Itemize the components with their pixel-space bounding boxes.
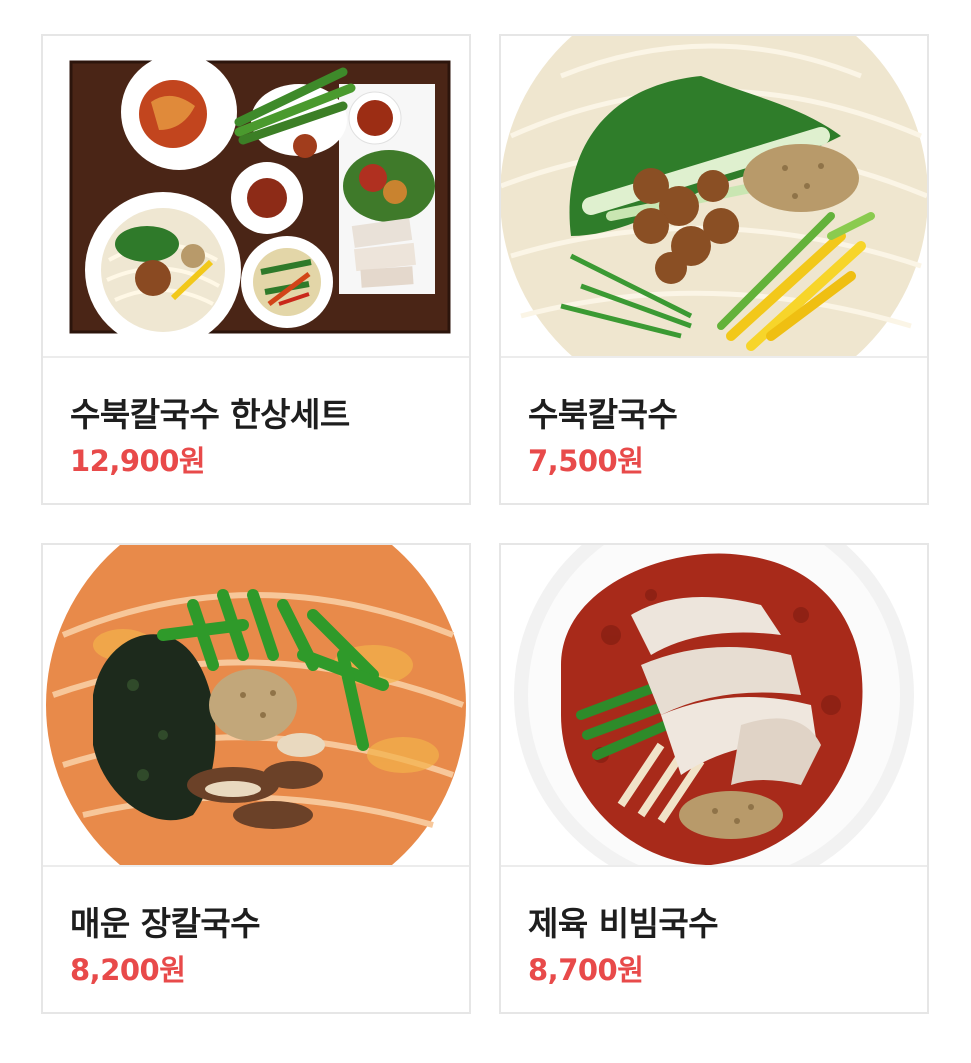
menu-card-info: 제육 비빔국수 8,700원: [501, 865, 927, 1012]
menu-item-name: 매운 장칼국수: [70, 904, 261, 943]
menu-card-info: 매운 장칼국수 8,200원: [43, 865, 469, 1012]
menu-card-hansang-set[interactable]: 수북칼국수 한상세트 12,900원: [41, 34, 471, 505]
spicy-jang-kalguksu-photo: [43, 545, 469, 865]
menu-card-suwbuk-kalguksu[interactable]: 수북칼국수 7,500원: [499, 34, 929, 505]
hansang-set-photo: [43, 36, 469, 356]
menu-item-name: 제육 비빔국수: [528, 904, 719, 943]
menu-item-price: 12,900원: [70, 444, 206, 478]
menu-item-price: 8,200원: [70, 953, 186, 987]
menu-grid: 수북칼국수 한상세트 12,900원 수북칼국수 7,500원 매운 장칼국수 …: [0, 0, 971, 1063]
menu-item-name: 수북칼국수 한상세트: [70, 395, 350, 434]
menu-card-info: 수북칼국수 7,500원: [501, 356, 927, 503]
suwbuk-kalguksu-photo: [501, 36, 927, 356]
menu-card-jeyuk-bibim-guksu[interactable]: 제육 비빔국수 8,700원: [499, 543, 929, 1014]
jeyuk-bibim-guksu-photo: [501, 545, 927, 865]
menu-card-info: 수북칼국수 한상세트 12,900원: [43, 356, 469, 503]
menu-item-price: 8,700원: [528, 953, 644, 987]
menu-item-price: 7,500원: [528, 444, 644, 478]
menu-item-name: 수북칼국수: [528, 395, 678, 434]
menu-card-spicy-jang-kalguksu[interactable]: 매운 장칼국수 8,200원: [41, 543, 471, 1014]
